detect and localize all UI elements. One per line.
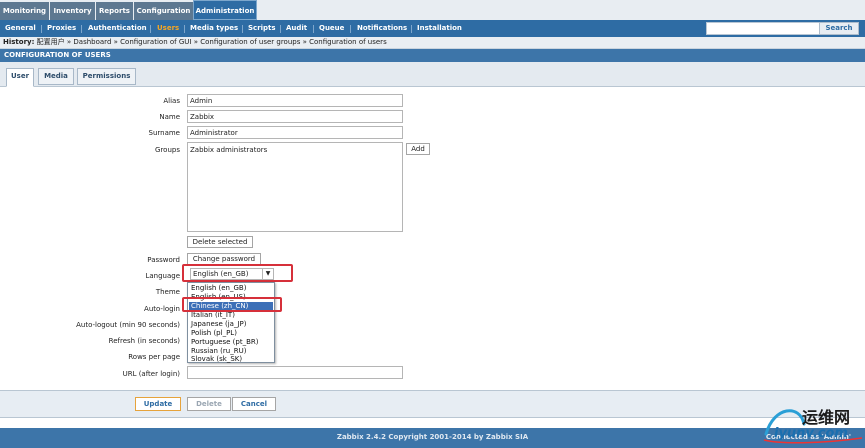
password-label: Password	[147, 256, 180, 264]
sub-menu-scripts[interactable]: Scripts	[248, 20, 276, 37]
form-actions: Update Delete Cancel	[0, 390, 865, 418]
sub-menu-notifications[interactable]: Notifications	[357, 20, 407, 37]
breadcrumb-item[interactable]: Dashboard	[73, 38, 111, 46]
breadcrumb-item[interactable]: Configuration of GUI	[120, 38, 191, 46]
watermark-cn-text: 运维网	[802, 408, 851, 427]
autologout-label: Auto-logout (min 90 seconds)	[76, 321, 180, 329]
top-menu-monitoring[interactable]: Monitoring	[0, 2, 49, 20]
sub-menu-authentication[interactable]: Authentication	[88, 20, 147, 37]
language-option[interactable]: English (en_GB)	[189, 284, 273, 293]
sub-menu-queue[interactable]: Queue	[319, 20, 344, 37]
language-option[interactable]: Japanese (ja_JP)	[189, 320, 273, 329]
sub-menu-media-types[interactable]: Media types	[190, 20, 238, 37]
refresh-label: Refresh (in seconds)	[108, 337, 180, 345]
delete-button[interactable]: Delete	[187, 397, 231, 411]
surname-label: Surname	[148, 129, 181, 137]
section-header: CONFIGURATION OF USERS	[0, 49, 865, 62]
chinese-option-highlight-box	[182, 297, 282, 312]
tab-media[interactable]: Media	[38, 68, 74, 85]
language-option[interactable]: Slovak (sk_SK)	[189, 355, 273, 364]
search-input[interactable]	[706, 22, 820, 35]
breadcrumb-separator: »	[66, 38, 72, 46]
page-footer: Zabbix 2.4.2 Copyright 2001-2014 by Zabb…	[0, 428, 865, 448]
language-highlight-box	[182, 264, 293, 282]
language-option[interactable]: Portuguese (pt_BR)	[189, 338, 273, 347]
groups-label: Groups	[155, 146, 180, 154]
sub-menu-proxies[interactable]: Proxies	[47, 20, 76, 37]
theme-label: Theme	[155, 288, 180, 296]
sub-menu-general[interactable]: General	[5, 20, 36, 37]
top-menu: Monitoring Inventory Reports Configurati…	[0, 0, 865, 20]
groups-list-item[interactable]: Zabbix administrators	[190, 143, 402, 156]
tabs-bar: User Media Permissions	[0, 62, 865, 87]
top-menu-administration[interactable]: Administration	[193, 0, 257, 20]
breadcrumb-separator: »	[113, 38, 118, 46]
surname-input[interactable]: Administrator	[187, 126, 403, 139]
language-dropdown-list[interactable]: English (en_GB) English (en_US) Chinese …	[187, 282, 275, 363]
breadcrumb-separator: »	[302, 38, 307, 46]
tab-user[interactable]: User	[6, 68, 34, 87]
add-group-button[interactable]: Add	[406, 143, 430, 155]
language-option[interactable]: Italian (it_IT)	[189, 311, 273, 320]
breadcrumb-item[interactable]: Configuration of users	[309, 38, 387, 46]
delete-selected-button[interactable]: Delete selected	[187, 236, 253, 248]
search-button[interactable]: Search	[819, 22, 859, 35]
groups-listbox[interactable]: Zabbix administrators	[187, 142, 403, 232]
name-input[interactable]: Zabbix	[187, 110, 403, 123]
url-input[interactable]	[187, 366, 403, 379]
update-button[interactable]: Update	[135, 397, 181, 411]
alias-label: Alias	[163, 97, 180, 105]
breadcrumb-item[interactable]: Configuration of user groups	[200, 38, 300, 46]
language-option[interactable]: Polish (pl_PL)	[189, 329, 273, 338]
top-menu-reports[interactable]: Reports	[96, 2, 133, 20]
alias-input[interactable]: Admin	[187, 94, 403, 107]
sub-menu-audit[interactable]: Audit	[286, 20, 307, 37]
breadcrumb: History: 配置用户 » Dashboard » Configuratio…	[0, 37, 865, 49]
copyright-text: Zabbix 2.4.2 Copyright 2001-2014 by Zabb…	[336, 433, 529, 441]
cancel-button[interactable]: Cancel	[232, 397, 276, 411]
sub-menu-installation[interactable]: Installation	[417, 20, 462, 37]
history-label: History:	[3, 38, 35, 46]
url-label: URL (after login)	[122, 370, 180, 378]
tab-permissions[interactable]: Permissions	[77, 68, 136, 85]
top-menu-inventory[interactable]: Inventory	[50, 2, 95, 20]
sub-menu-users[interactable]: Users	[157, 20, 179, 37]
top-menu-configuration[interactable]: Configuration	[134, 2, 193, 20]
language-label: Language	[145, 272, 180, 280]
watermark-url-text: iyunv.com	[774, 426, 848, 441]
name-label: Name	[159, 113, 180, 121]
breadcrumb-separator: »	[193, 38, 198, 46]
autologin-label: Auto-login	[144, 305, 180, 313]
page-title: CONFIGURATION OF USERS	[4, 51, 111, 59]
breadcrumb-item[interactable]: 配置用户	[37, 38, 65, 46]
rows-per-page-label: Rows per page	[128, 353, 180, 361]
watermark-logo: 运维网 iyunv.com	[760, 400, 865, 446]
